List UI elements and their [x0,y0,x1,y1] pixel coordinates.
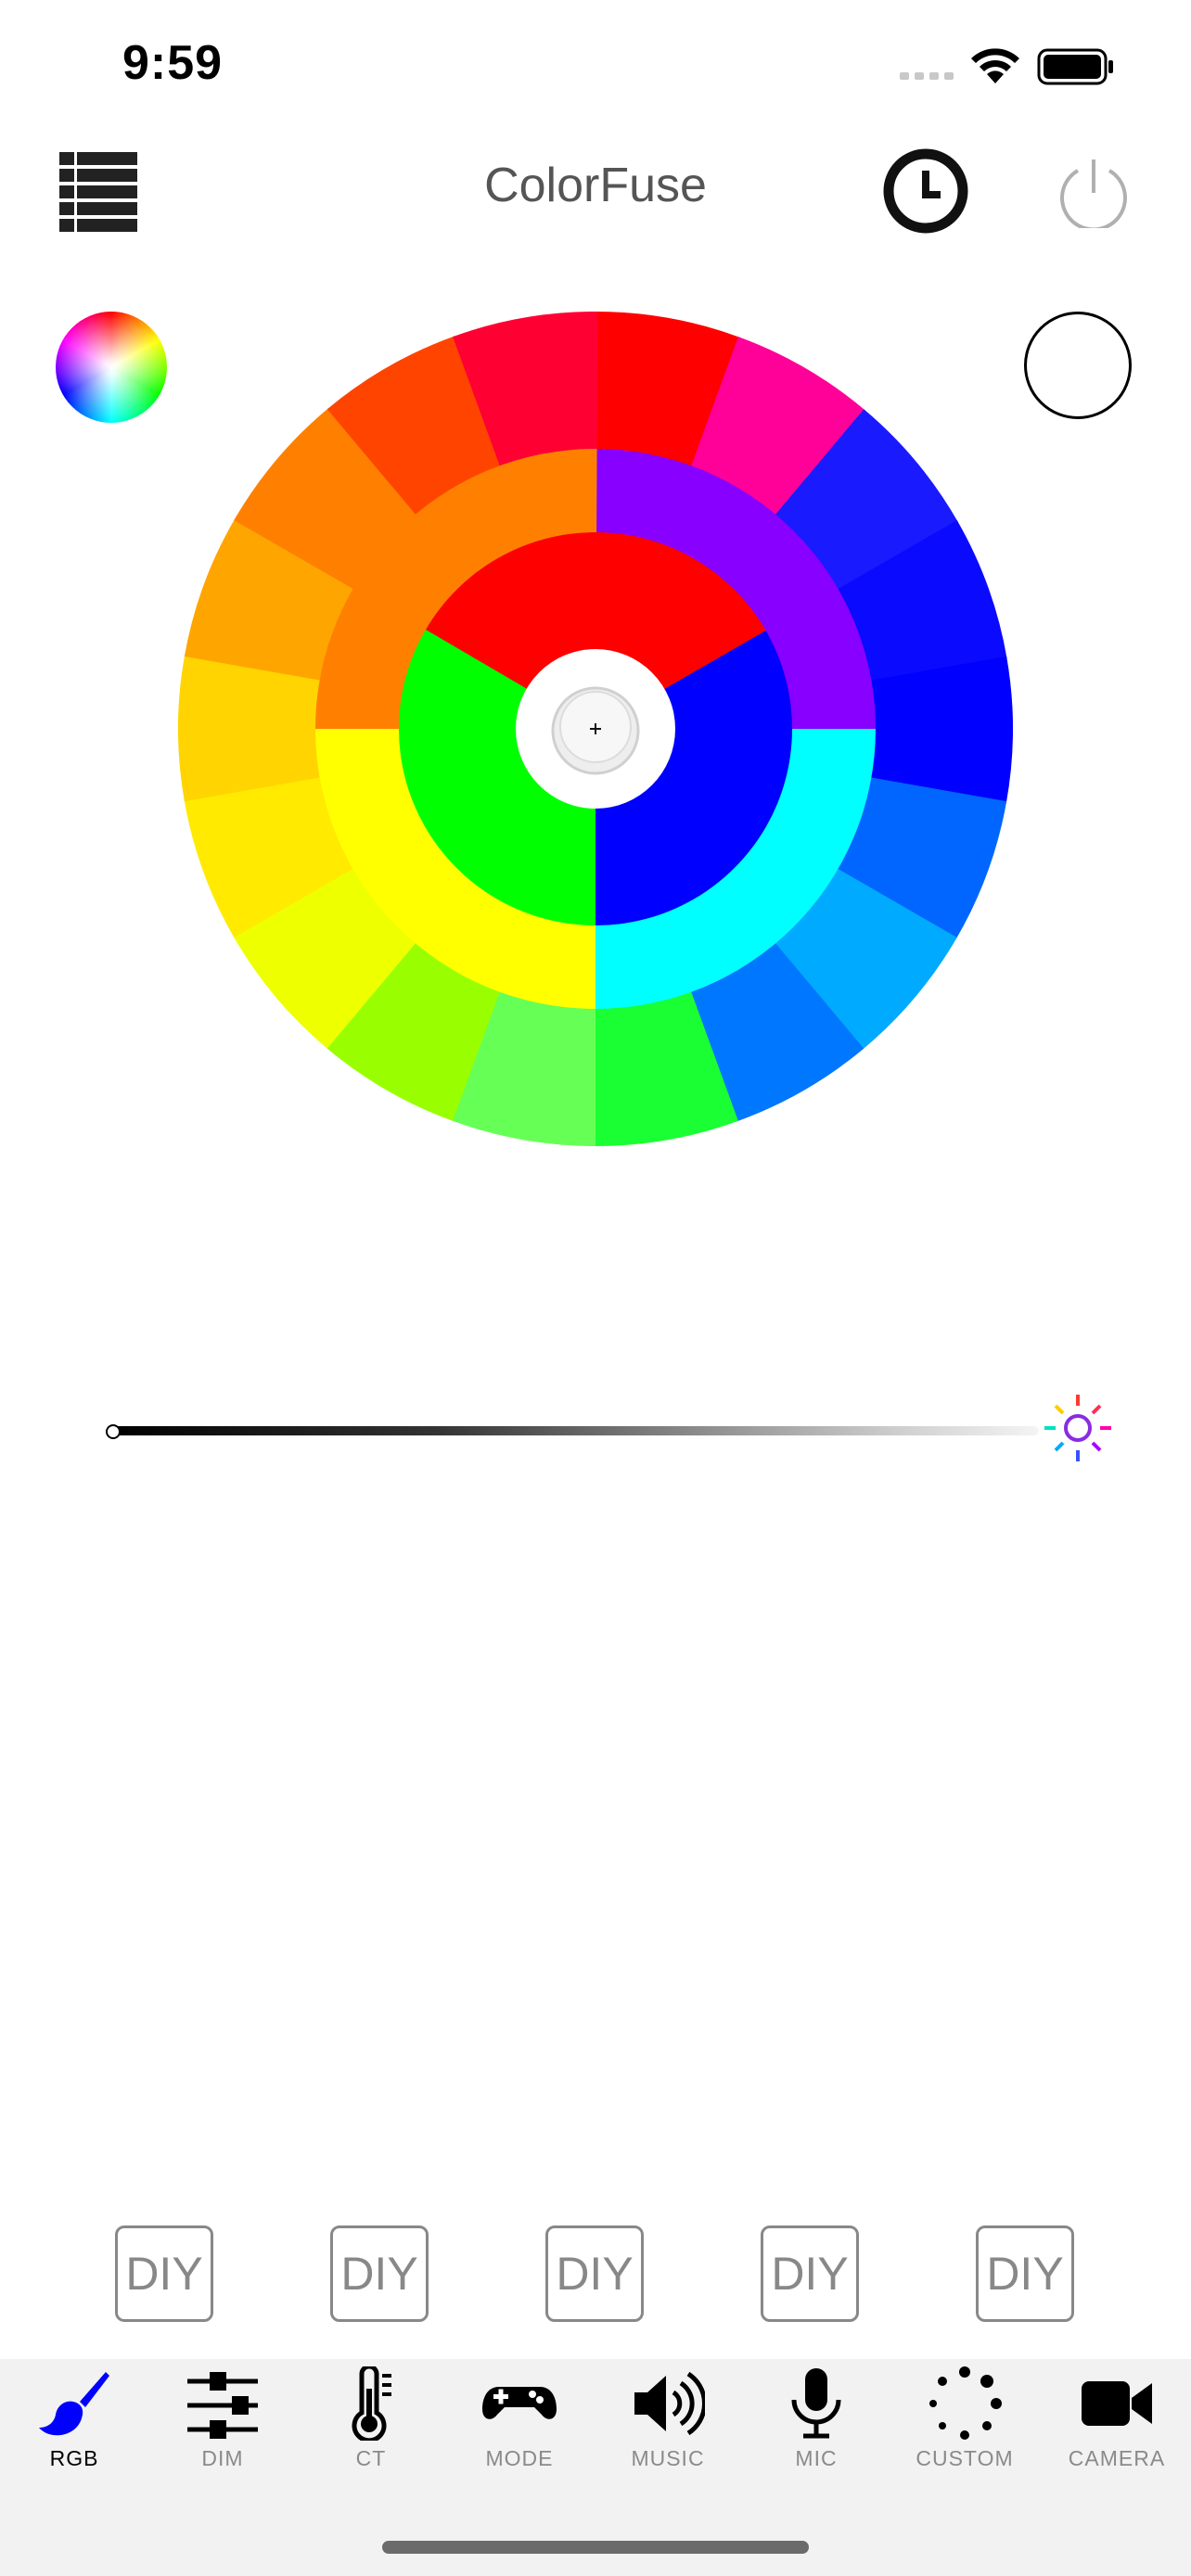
brightness-start-marker [106,1424,121,1439]
tab-camera[interactable]: CAMERA [1043,2359,1191,2489]
battery-icon [1037,48,1113,85]
dots-circle-icon [929,2366,1002,2440]
wifi-icon [971,48,1019,83]
microphone-icon [791,2368,841,2439]
clock-icon[interactable] [883,148,968,234]
diy-button-3[interactable]: DIY [545,2225,644,2322]
tab-label: MUSIC [631,2446,705,2470]
color-wheel[interactable] [178,312,1013,1146]
paintbrush-icon [39,2372,109,2436]
speaker-icon [634,2371,705,2436]
video-camera-icon [1082,2381,1152,2426]
tab-mode[interactable]: MODE [445,2359,594,2489]
tab-music[interactable]: MUSIC [594,2359,742,2489]
sun-icon[interactable] [1041,1391,1115,1465]
power-icon[interactable] [1057,156,1130,228]
thermometer-icon [352,2366,391,2441]
tab-label: MIC [795,2446,838,2470]
tab-label: DIM [201,2446,244,2470]
status-time: 9:59 [122,36,224,90]
tab-custom[interactable]: CUSTOM [890,2359,1039,2489]
diy-button-1[interactable]: DIY [115,2225,213,2322]
tab-rgb[interactable]: RGB [0,2359,148,2489]
gamepad-icon [482,2387,557,2419]
tab-label: RGB [49,2446,99,2470]
tab-dim[interactable]: DIM [148,2359,297,2489]
color-palette-icon[interactable] [56,312,167,423]
current-color-swatch [1024,312,1132,419]
tab-label: CAMERA [1068,2446,1166,2470]
sliders-icon [187,2372,258,2439]
home-indicator [382,2541,809,2554]
diy-button-2[interactable]: DIY [330,2225,429,2322]
tab-label: CT [355,2446,387,2470]
app-title: ColorFuse [484,159,707,212]
brightness-track[interactable] [111,1426,1039,1435]
tab-label: MODE [485,2446,554,2470]
brightness-slider[interactable] [104,1391,1124,1474]
diy-button-5[interactable]: DIY [976,2225,1074,2322]
tab-ct[interactable]: CT [297,2359,445,2489]
diy-button-4[interactable]: DIY [761,2225,859,2322]
cellular-signal-icon [900,72,954,80]
tab-label: CUSTOM [916,2446,1014,2470]
tab-mic[interactable]: MIC [742,2359,890,2489]
